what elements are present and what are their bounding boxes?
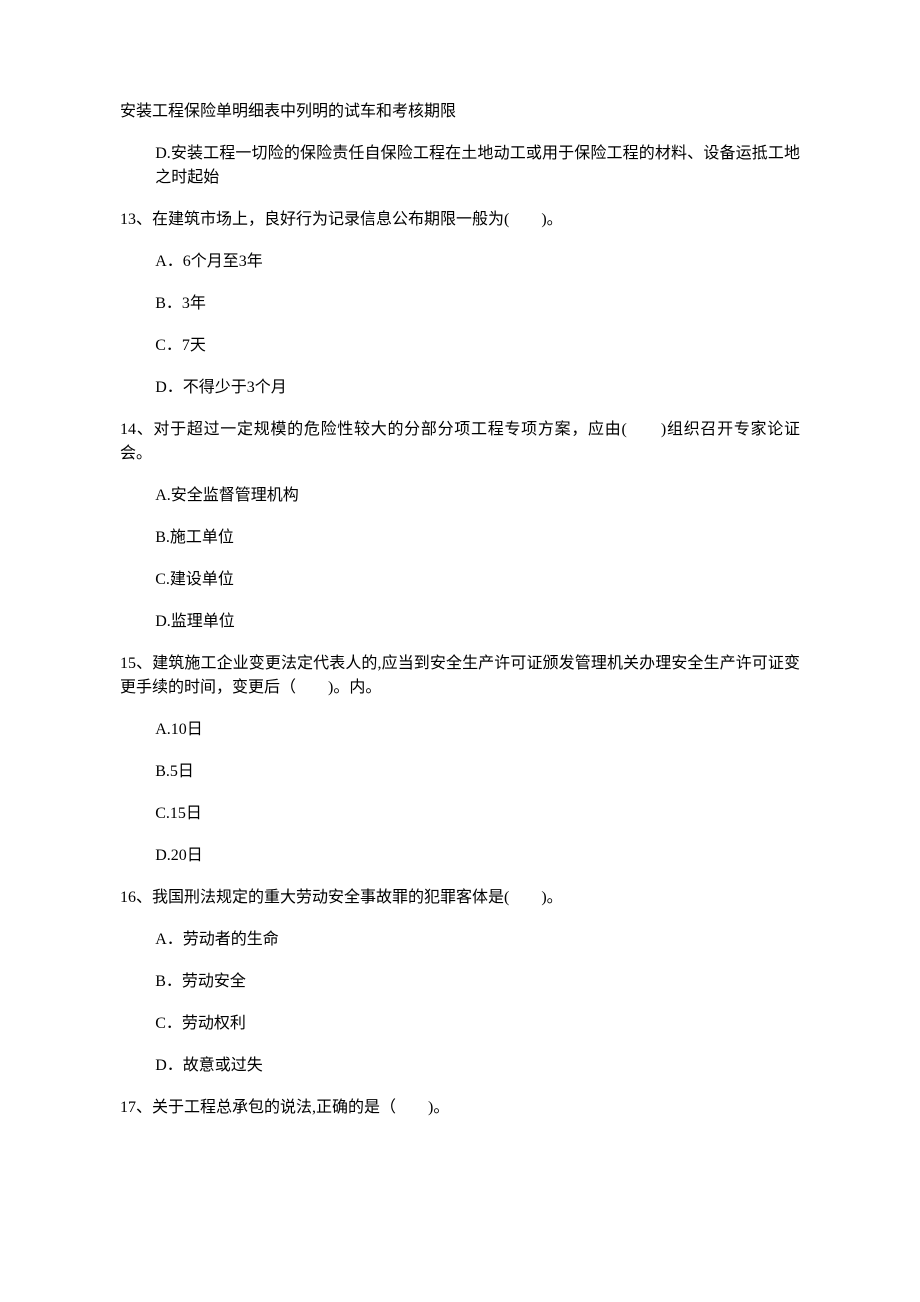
question-13-stem: 13、在建筑市场上，良好行为记录信息公布期限一般为( )。 xyxy=(120,208,800,232)
question-13-options: A．6个月至3年 B．3年 C．7天 D．不得少于3个月 xyxy=(120,250,800,400)
q13-option-b: B．3年 xyxy=(120,292,800,316)
q13-option-d: D．不得少于3个月 xyxy=(120,376,800,400)
q16-option-c: C．劳动权利 xyxy=(120,1012,800,1036)
q16-option-b: B．劳动安全 xyxy=(120,970,800,994)
question-16-options: A．劳动者的生命 B．劳动安全 C．劳动权利 D．故意或过失 xyxy=(120,928,800,1078)
q15-option-d: D.20日 xyxy=(120,844,800,868)
q14-option-d: D.监理单位 xyxy=(120,610,800,634)
question-16-stem: 16、我国刑法规定的重大劳动安全事故罪的犯罪客体是( )。 xyxy=(120,886,800,910)
question-14-options: A.安全监督管理机构 B.施工单位 C.建设单位 D.监理单位 xyxy=(120,484,800,634)
q14-option-c: C.建设单位 xyxy=(120,568,800,592)
q15-option-c: C.15日 xyxy=(120,802,800,826)
q14-option-b: B.施工单位 xyxy=(120,526,800,550)
question-14-stem: 14、对于超过一定规模的危险性较大的分部分项工程专项方案，应由( )组织召开专家… xyxy=(120,418,800,466)
q13-option-a: A．6个月至3年 xyxy=(120,250,800,274)
q16-option-a: A．劳动者的生命 xyxy=(120,928,800,952)
q15-option-a: A.10日 xyxy=(120,718,800,742)
continuation-text: 安装工程保险单明细表中列明的试车和考核期限 xyxy=(120,100,800,124)
q14-option-a: A.安全监督管理机构 xyxy=(120,484,800,508)
question-15-options: A.10日 B.5日 C.15日 D.20日 xyxy=(120,718,800,868)
q16-option-d: D．故意或过失 xyxy=(120,1054,800,1078)
option-d-prev: D.安装工程一切险的保险责任自保险工程在土地动工或用于保险工程的材料、设备运抵工… xyxy=(120,142,800,190)
q13-option-c: C．7天 xyxy=(120,334,800,358)
q15-option-b: B.5日 xyxy=(120,760,800,784)
continuation-option-d-block: D.安装工程一切险的保险责任自保险工程在土地动工或用于保险工程的材料、设备运抵工… xyxy=(120,142,800,190)
question-17-stem: 17、关于工程总承包的说法,正确的是（ )。 xyxy=(120,1096,800,1120)
page-container: 安装工程保险单明细表中列明的试车和考核期限 D.安装工程一切险的保险责任自保险工… xyxy=(0,0,920,1302)
question-15-stem: 15、建筑施工企业变更法定代表人的,应当到安全生产许可证颁发管理机关办理安全生产… xyxy=(120,652,800,700)
